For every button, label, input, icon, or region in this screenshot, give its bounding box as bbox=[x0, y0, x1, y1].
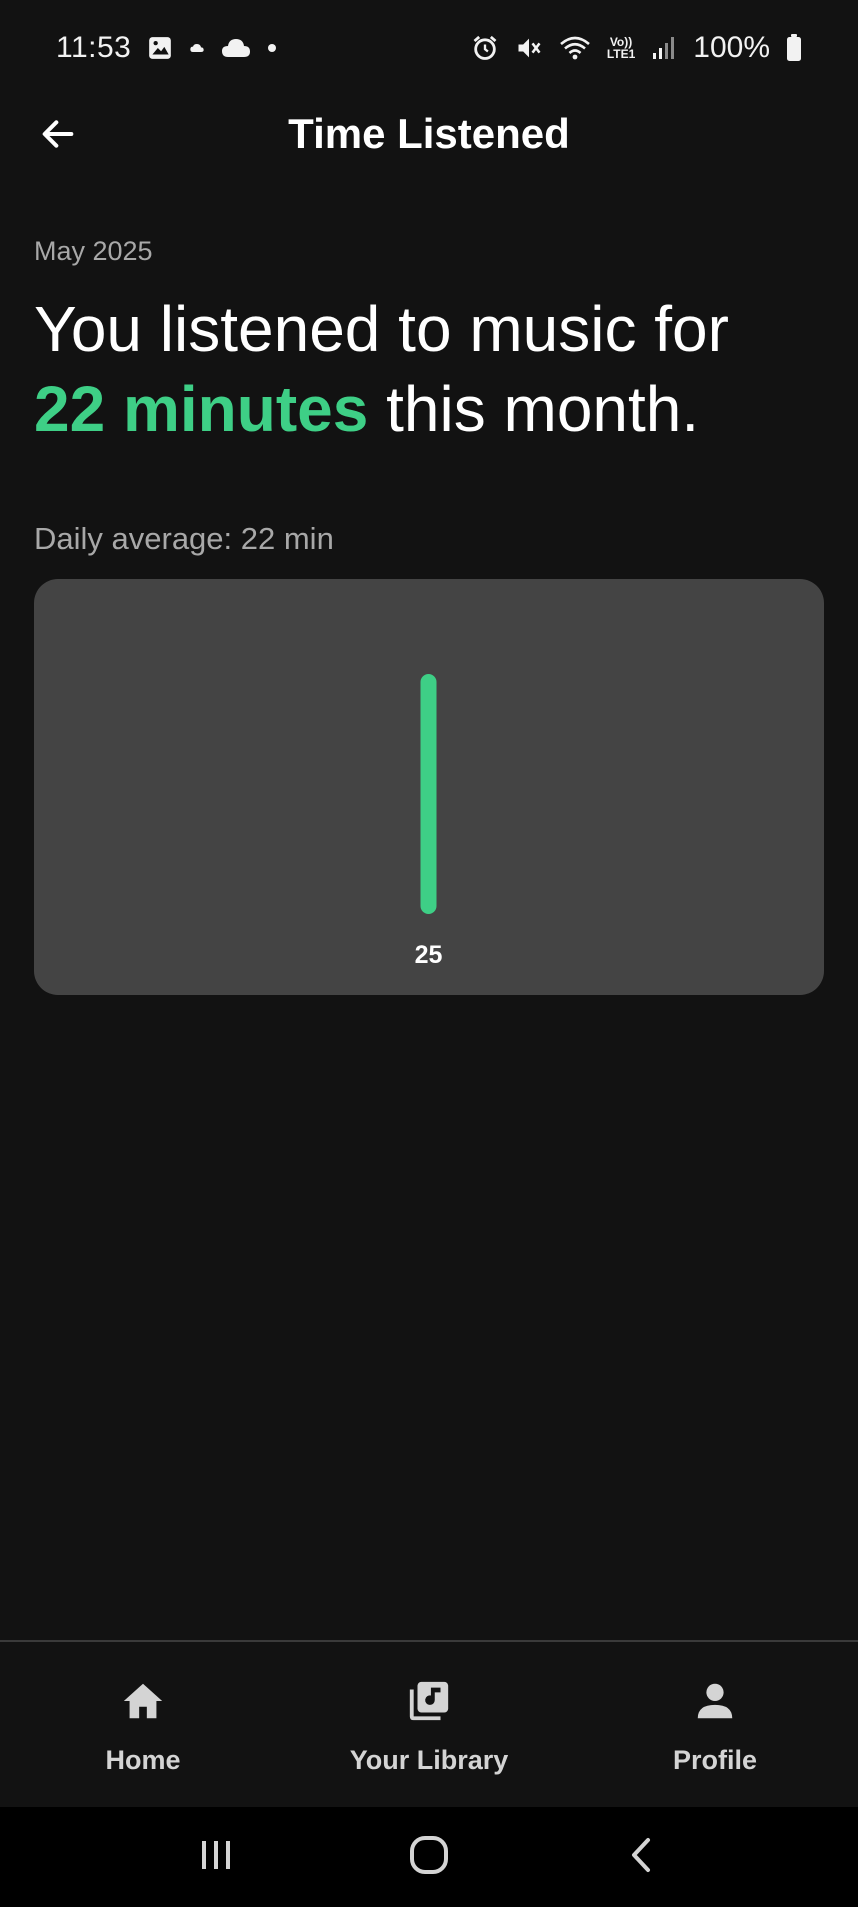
main-content: May 2025 You listened to music for 22 min… bbox=[34, 236, 824, 995]
battery-icon bbox=[786, 34, 802, 62]
wifi-icon bbox=[559, 34, 591, 62]
lte-bottom-label: LTE1 bbox=[606, 47, 636, 61]
page-title: Time Listened bbox=[288, 110, 570, 157]
recent-apps-icon bbox=[196, 1835, 236, 1880]
chart-svg: 25 bbox=[415, 674, 443, 969]
recent-apps-button[interactable] bbox=[176, 1817, 256, 1897]
mute-icon bbox=[515, 34, 543, 62]
chart-tick-label-25: 25 bbox=[415, 941, 443, 969]
top-app-bar: Time Listened bbox=[0, 96, 858, 176]
daily-average: Daily average: 22 min bbox=[34, 521, 334, 556]
system-home-button[interactable] bbox=[389, 1817, 469, 1897]
lte-icon: Vo)) LTE1 bbox=[607, 36, 635, 60]
profile-icon bbox=[692, 1678, 738, 1729]
status-left: 11:53 bbox=[56, 31, 277, 65]
home-circle-icon bbox=[408, 1834, 450, 1881]
month-label: May 2025 bbox=[34, 236, 153, 266]
signal-icon bbox=[651, 35, 677, 61]
cloud-small-icon bbox=[189, 40, 205, 56]
back-chevron-icon bbox=[622, 1835, 662, 1880]
status-bar: 11:53 Vo)) LTE1 100% bbox=[0, 0, 858, 96]
headline-highlight: 22 minutes bbox=[34, 373, 369, 445]
nav-item-home[interactable]: Home bbox=[0, 1642, 286, 1807]
status-time: 11:53 bbox=[56, 31, 132, 64]
status-right: Vo)) LTE1 100% bbox=[471, 31, 802, 65]
cloud-icon bbox=[221, 37, 251, 59]
bottom-navigation: Home Your Library Profile bbox=[0, 1640, 858, 1807]
system-navigation-bar bbox=[0, 1807, 858, 1907]
alarm-icon bbox=[471, 34, 499, 62]
battery-percent: 100% bbox=[693, 31, 770, 64]
headline: You listened to music for 22 minutes this… bbox=[34, 289, 824, 449]
nav-item-profile[interactable]: Profile bbox=[572, 1642, 858, 1807]
nav-label-profile: Profile bbox=[672, 1745, 758, 1775]
dot-icon bbox=[267, 43, 277, 53]
headline-prefix: You listened to music for bbox=[34, 293, 729, 365]
headline-suffix: this month. bbox=[368, 373, 700, 445]
library-icon bbox=[406, 1678, 452, 1729]
chart-bar-day-25 bbox=[420, 674, 437, 914]
listening-chart: 25 bbox=[34, 579, 824, 995]
system-back-button[interactable] bbox=[602, 1817, 682, 1897]
nav-item-library[interactable]: Your Library bbox=[286, 1642, 572, 1807]
nav-label-library: Your Library bbox=[349, 1745, 509, 1775]
image-icon bbox=[147, 35, 173, 61]
home-icon bbox=[120, 1678, 166, 1729]
nav-label-home: Home bbox=[105, 1745, 181, 1775]
